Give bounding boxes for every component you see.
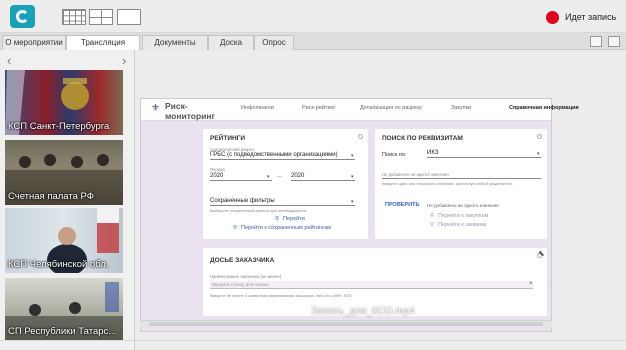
chevron-down-icon: ▾ <box>267 174 270 180</box>
layout-split-icon[interactable] <box>89 9 113 25</box>
shared-screen: ⚜ Риск-мониторинг Инфопанели Риск-рейтин… <box>140 98 579 332</box>
tab-bar: О мероприятии Трансляция Документы Доска… <box>0 33 626 51</box>
app-title: Риск-мониторинг <box>165 101 216 121</box>
search-title: ПОИСК ПО РЕКВИЗИТАМ <box>382 135 463 142</box>
search-icon: ⚲ <box>275 216 280 222</box>
app-logo-icon <box>10 5 35 28</box>
period-from-select[interactable]: 2020 <box>210 173 272 181</box>
values-input[interactable]: Не добавлено ни одного значения <box>382 172 449 177</box>
period-to-select[interactable]: 2020 <box>291 173 355 181</box>
participant-video[interactable]: Счетная палата РФ <box>5 140 123 205</box>
chevron-down-icon: ▾ <box>537 151 540 157</box>
participant-label: СП Республики Татарс... <box>8 326 117 337</box>
customer-search-input[interactable]: Введите строку для поиска <box>210 281 533 289</box>
participant-label: КСП Челябинской обл. <box>8 259 109 270</box>
no-values-text: Не добавлено ни одного значения <box>427 203 499 208</box>
dossier-title: ДОСЬЕ ЗАКАЗЧИКА <box>210 257 275 264</box>
participant-video[interactable]: СП Республики Татарс... <box>5 278 123 340</box>
chevron-down-icon: ▾ <box>351 174 354 180</box>
fullscreen-icon[interactable] <box>608 36 620 47</box>
tab-about[interactable]: О мероприятии <box>2 35 66 50</box>
check-button[interactable]: ПРОВЕРИТЬ <box>385 202 419 208</box>
goto-purchases-link[interactable]: Перейти к закупкам <box>438 213 488 219</box>
values-hint: Введите одно или несколько значений, исп… <box>382 181 513 186</box>
goto-button[interactable]: Перейти <box>283 216 305 222</box>
participant-video[interactable]: КСП Челябинской обл. <box>5 208 123 273</box>
ratings-title: РЕЙТИНГИ <box>210 135 246 142</box>
nav-reference[interactable]: Справочная информация <box>509 105 579 111</box>
settings-gear-icon[interactable] <box>537 134 542 139</box>
goto-saved-ratings-link[interactable]: Перейти к сохраненным рейтингам <box>241 225 331 231</box>
top-bar: Идет запись <box>0 0 626 33</box>
record-status-label: Идет запись <box>565 12 617 22</box>
tab-documents[interactable]: Документы <box>142 35 208 50</box>
record-indicator-icon <box>546 11 559 24</box>
nav-risk-rating[interactable]: Риск-рейтинг <box>302 105 336 111</box>
mouse-cursor-icon: ⬉ <box>538 249 545 258</box>
video-filename-watermark: Запись_для_КСО.mp4 <box>311 306 415 317</box>
chevron-down-icon: ▾ <box>351 153 354 159</box>
nav-detail[interactable]: Детализация по разрезу <box>360 105 422 111</box>
goto-requests-link[interactable]: Перейти к заявкам <box>438 222 486 228</box>
period-label: Период <box>210 167 225 172</box>
layout-grid-icon[interactable] <box>62 9 86 25</box>
search-card: ПОИСК ПО РЕКВИЗИТАМ Поиск по: ИКЗ ▾ Не д… <box>375 129 547 239</box>
ratings-card: РЕЙТИНГИ Аналитический разрез ГРБС (с по… <box>203 129 368 239</box>
eagle-emblem-icon: ⚜ <box>151 103 160 114</box>
participant-label: КСП Санкт-Петербурга <box>8 121 110 132</box>
close-icon[interactable]: × <box>529 281 533 287</box>
search-icon: ⚲ <box>233 225 238 231</box>
bottom-divider <box>0 340 626 341</box>
participant-label: Счетная палата РФ <box>8 191 95 202</box>
search-icon: ⚲ <box>430 222 435 228</box>
customer-name-label: Наименование заказчика (не менее) <box>210 274 282 279</box>
saved-filters-hint: Выберите сохраненный фильтр при необходи… <box>210 208 307 213</box>
nav-infopanels[interactable]: Инфопанели <box>241 105 274 111</box>
analytics-select[interactable]: ГРБС (с подведомственными организациями) <box>210 152 355 160</box>
participant-video[interactable]: КСП Санкт-Петербурга <box>5 70 123 135</box>
horizontal-scrollbar[interactable] <box>140 320 552 327</box>
layout-single-icon[interactable] <box>117 9 141 25</box>
chevron-left-icon[interactable]: ‹ <box>7 53 11 68</box>
search-icon: ⚲ <box>430 213 435 219</box>
saved-filters-select[interactable]: Сохраненные фильтры <box>210 198 355 206</box>
app-header: ⚜ Риск-мониторинг Инфопанели Риск-рейтин… <box>141 99 579 121</box>
customer-search-hint: Введите не менее 3 символов наименования… <box>210 293 352 298</box>
scrollbar-thumb[interactable] <box>149 322 543 326</box>
period-dash: — <box>277 174 282 180</box>
search-by-label: Поиск по: <box>382 152 407 158</box>
chevron-right-icon[interactable]: › <box>122 53 126 68</box>
tab-broadcast[interactable]: Трансляция <box>66 35 140 51</box>
values-underline <box>382 178 541 179</box>
nav-purchases[interactable]: Закупки <box>451 105 471 111</box>
search-by-select[interactable]: ИКЗ <box>427 150 541 158</box>
tab-poll[interactable]: Опрос <box>254 35 294 50</box>
settings-gear-icon[interactable] <box>358 134 363 139</box>
chevron-down-icon: ▾ <box>351 199 354 205</box>
window-icon[interactable] <box>590 36 602 47</box>
tab-board[interactable]: Доска <box>208 35 254 50</box>
